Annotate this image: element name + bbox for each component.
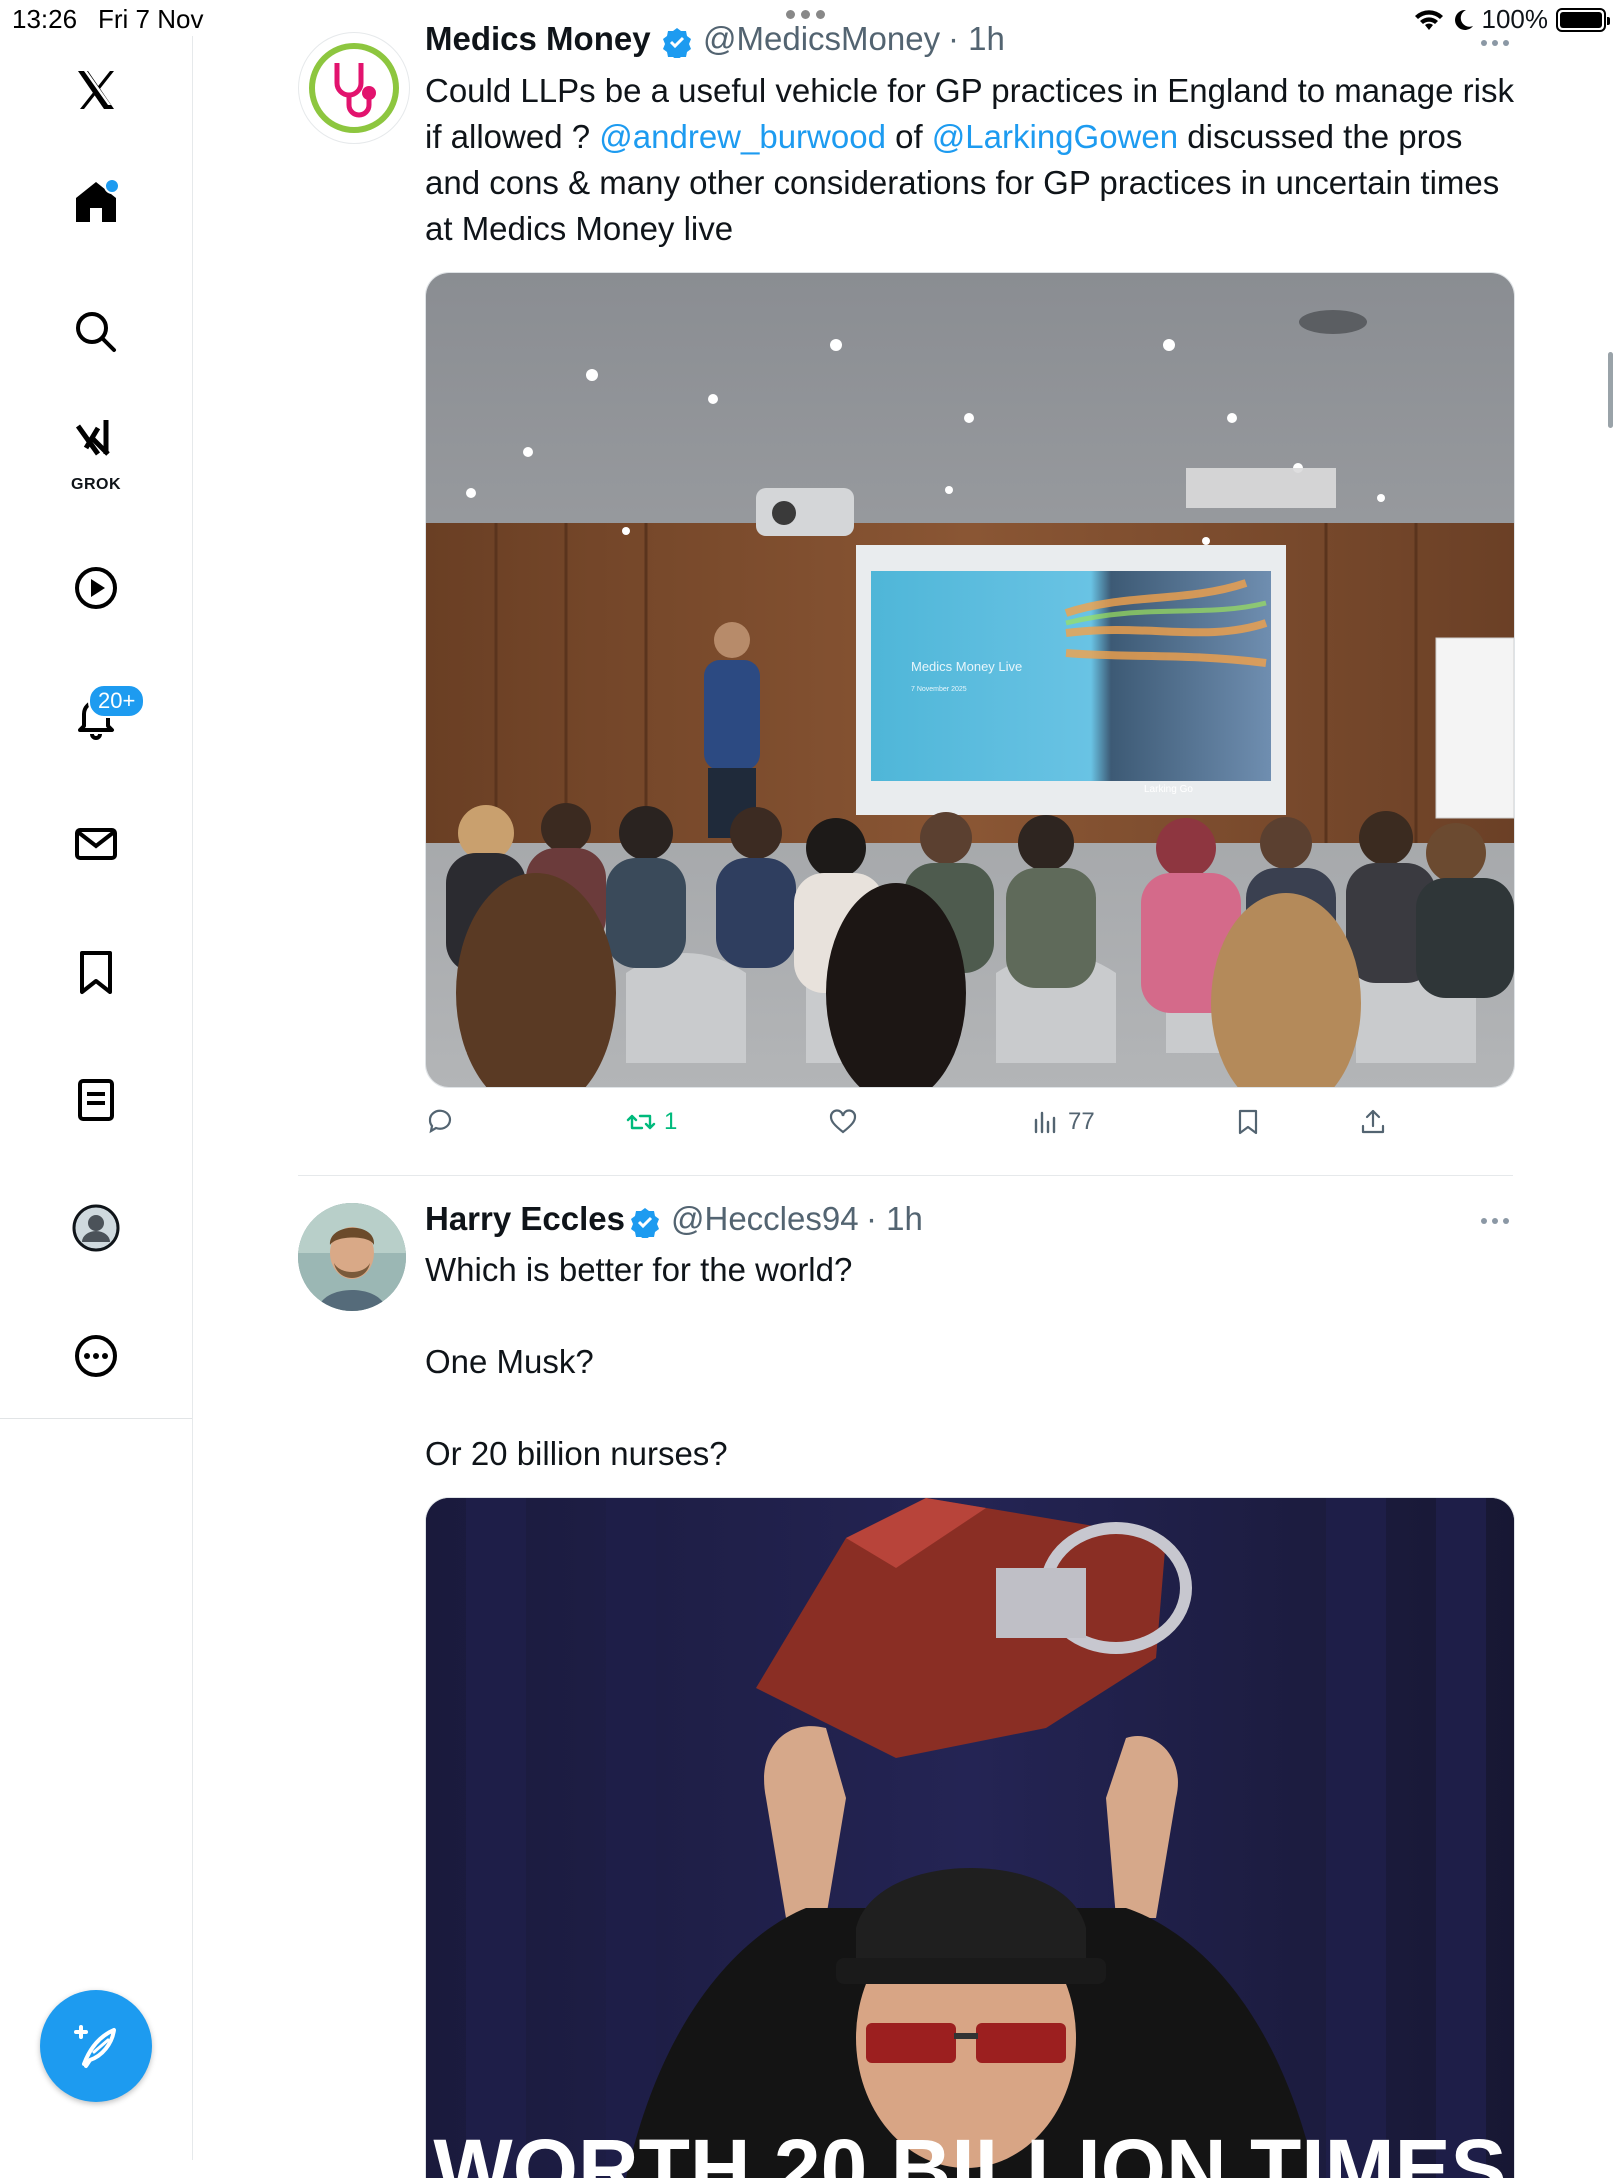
status-indicators: 100% xyxy=(1414,4,1610,35)
tweet-text: Could LLPs be a useful vehicle for GP pr… xyxy=(425,68,1525,252)
x-logo-icon[interactable] xyxy=(60,54,132,126)
tweet-author-name[interactable]: Harry Eccles xyxy=(425,1200,625,1238)
notification-badge: 20+ xyxy=(88,684,146,718)
sidebar-item-messages[interactable] xyxy=(60,808,132,880)
grok-icon xyxy=(75,420,110,456)
moon-icon xyxy=(1454,9,1473,30)
wifi-icon xyxy=(1414,9,1443,30)
share-icon xyxy=(1361,1109,1385,1134)
mention-link[interactable]: @LarkingGowen xyxy=(932,118,1178,155)
heart-icon xyxy=(829,1109,857,1134)
battery-icon xyxy=(1556,7,1610,32)
verified-badge-icon xyxy=(663,28,691,58)
stethoscope-logo-icon xyxy=(309,43,399,133)
list-icon xyxy=(78,1079,114,1121)
sidebar-item-grok[interactable] xyxy=(60,406,132,470)
sidebar-item-more[interactable] xyxy=(60,1320,132,1392)
tweet-photo[interactable]: Medics Money Live 7 November 2025 Larkin… xyxy=(425,272,1515,1088)
screen-title: Medics Money Live xyxy=(911,659,1022,674)
reply-icon xyxy=(428,1109,452,1134)
tweet-timestamp[interactable]: · 1h xyxy=(866,1200,923,1238)
sidebar-item-lists[interactable] xyxy=(60,1064,132,1136)
meme-caption: WORTH 20 BILLION TIMES xyxy=(433,2122,1506,2178)
battery-percent: 100% xyxy=(1481,4,1549,34)
meme-photo: WORTH 20 BILLION TIMES xyxy=(426,1498,1514,2178)
screen-brand: Larking Go xyxy=(1144,784,1193,795)
tweet-more-button[interactable] xyxy=(1481,40,1509,46)
share-button[interactable] xyxy=(1358,1107,1388,1137)
sidebar-item-video[interactable] xyxy=(60,552,132,624)
status-time: 13:26 xyxy=(12,4,78,34)
repost-button[interactable]: 1 xyxy=(626,1107,677,1137)
verified-badge-icon xyxy=(631,1208,659,1238)
tweet-text: Which is better for the world? One Musk?… xyxy=(425,1251,853,1472)
bookmark-icon xyxy=(80,951,112,994)
play-icon xyxy=(75,567,117,609)
harry-eccles-avatar[interactable] xyxy=(298,1203,406,1311)
mention-link[interactable]: @andrew_burwood xyxy=(599,118,886,155)
tweet-timestamp[interactable]: · 1h xyxy=(948,20,1005,58)
repost-icon xyxy=(626,1114,656,1130)
avatar-icon xyxy=(72,1204,120,1252)
repost-count: 1 xyxy=(664,1108,678,1135)
analytics-icon xyxy=(1034,1111,1056,1134)
sidebar-item-bookmarks[interactable] xyxy=(60,936,132,1008)
multitasking-handle[interactable] xyxy=(786,10,825,19)
screen-subtitle: 7 November 2025 xyxy=(911,686,967,693)
conference-photo: Medics Money Live 7 November 2025 Larkin… xyxy=(426,273,1514,1087)
views-button[interactable]: 77 xyxy=(1030,1107,1095,1137)
sidebar-item-home[interactable] xyxy=(60,166,132,238)
tweet-author-handle[interactable]: @Heccles94 xyxy=(671,1200,859,1238)
sidebar-item-explore[interactable] xyxy=(60,296,132,368)
tweet-photo[interactable]: WORTH 20 BILLION TIMES xyxy=(425,1497,1515,2178)
search-icon xyxy=(76,312,116,352)
unread-dot xyxy=(104,178,120,194)
scrollbar-thumb[interactable] xyxy=(1608,352,1613,428)
tweet-author-handle[interactable]: @MedicsMoney xyxy=(703,20,940,58)
mail-icon xyxy=(75,828,117,860)
sidebar-divider xyxy=(0,1418,192,1419)
like-button[interactable] xyxy=(828,1107,866,1137)
bookmark-icon xyxy=(1238,1109,1258,1135)
profile-photo xyxy=(298,1203,406,1311)
views-count: 77 xyxy=(1068,1108,1095,1135)
tweet-author-name[interactable]: Medics Money xyxy=(425,20,651,58)
reply-button[interactable] xyxy=(425,1107,463,1137)
status-date: Fri 7 Nov xyxy=(98,4,204,34)
tweet-text-part: of xyxy=(885,118,932,155)
bookmark-button[interactable] xyxy=(1233,1107,1263,1137)
sidebar-item-label: GROK xyxy=(71,476,121,493)
more-icon xyxy=(75,1335,117,1377)
medics-money-avatar[interactable] xyxy=(298,32,410,144)
tweet-more-button[interactable] xyxy=(1481,1218,1509,1224)
compose-quill-icon xyxy=(74,2025,116,2068)
compose-button[interactable] xyxy=(40,1990,152,2102)
sidebar-item-profile[interactable] xyxy=(60,1192,132,1264)
tweet-divider xyxy=(298,1175,1513,1176)
